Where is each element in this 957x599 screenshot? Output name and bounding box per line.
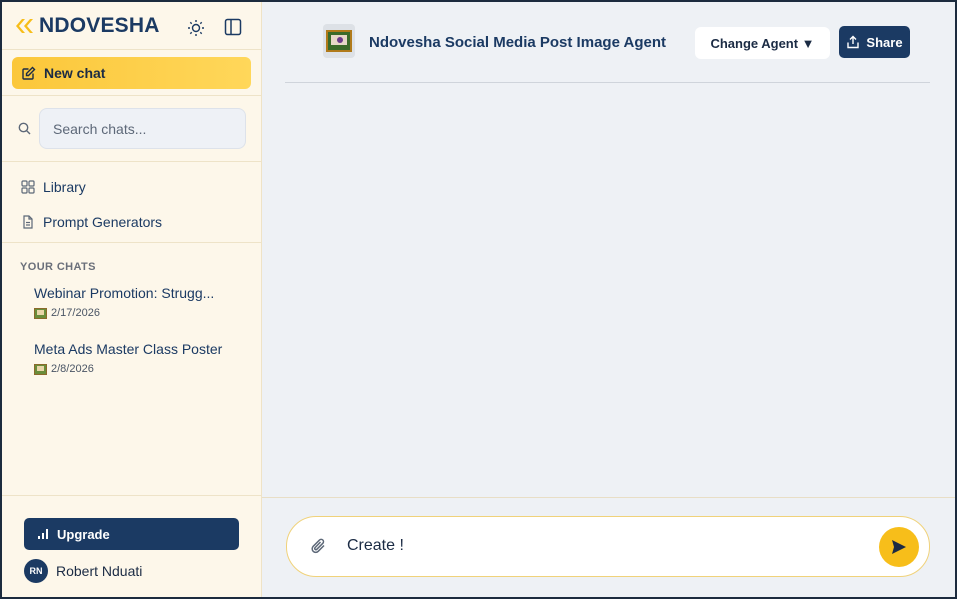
logo-icon — [16, 18, 33, 33]
composer-area: Create ! — [262, 497, 955, 597]
theme-toggle-button[interactable] — [186, 18, 206, 38]
brand-row: NDOVESHA — [2, 2, 261, 50]
brand-logo[interactable]: NDOVESHA — [14, 14, 160, 38]
chat-title: Meta Ads Master Class Poster — [34, 341, 223, 357]
chat-header: Ndovesha Social Media Post Image Agent C… — [285, 2, 930, 83]
sidebar-item-label: Library — [43, 178, 86, 195]
chat-date: 2/17/2026 — [51, 307, 100, 319]
sidebar: NDOVESHA New chat Search chats... Librar… — [2, 2, 262, 597]
grid-icon — [21, 179, 35, 194]
sidebar-panel-icon — [224, 18, 242, 36]
new-chat-label: New chat — [44, 65, 106, 81]
search-row — [2, 96, 261, 162]
sidebar-item-label: Prompt Generators — [43, 213, 163, 230]
document-icon — [23, 214, 33, 229]
chat-date: 2/8/2026 — [51, 363, 94, 375]
message-input[interactable]: Create ! — [347, 537, 404, 555]
new-chat-button[interactable]: New chat — [12, 57, 251, 89]
change-agent-button[interactable]: Change Agent ▼ — [695, 27, 830, 59]
send-button[interactable] — [879, 527, 919, 567]
chat-list-item[interactable]: Webinar Promotion: Strugg... 2/17/2026 — [2, 285, 261, 319]
image-thumbnail-icon — [34, 307, 47, 319]
upgrade-button[interactable]: Upgrade — [24, 518, 239, 550]
app-window: NDOVESHA New chat Search chats... Librar… — [2, 2, 955, 597]
sidebar-item-library[interactable]: Library — [2, 169, 261, 204]
user-profile[interactable]: RN Robert Nduati — [24, 559, 142, 583]
send-icon — [892, 540, 906, 554]
bar-chart-icon — [38, 529, 48, 539]
chat-list-item[interactable]: Meta Ads Master Class Poster 2/8/2026 — [2, 341, 261, 375]
chat-title: Webinar Promotion: Strugg... — [34, 285, 215, 301]
user-name: Robert Nduati — [56, 563, 143, 579]
chat-meta: 2/17/2026 — [34, 307, 261, 319]
toggle-sidebar-button[interactable] — [223, 17, 243, 37]
search-chats-input[interactable] — [39, 108, 246, 149]
agent-avatar — [323, 24, 355, 58]
brand-name: NDOVESHA — [39, 13, 160, 37]
main-panel: Ndovesha Social Media Post Image Agent C… — [262, 2, 955, 597]
your-chats-heading: YOUR CHATS — [20, 261, 96, 273]
share-button[interactable]: Share — [839, 26, 910, 58]
new-chat-wrap: New chat — [2, 50, 261, 96]
agent-image-icon — [326, 30, 352, 52]
search-icon — [18, 122, 31, 135]
sidebar-nav: Library Prompt Generators — [2, 162, 261, 243]
paperclip-icon — [311, 538, 325, 554]
share-icon — [847, 35, 860, 49]
chat-meta: 2/8/2026 — [34, 363, 261, 375]
sun-icon — [188, 20, 204, 36]
upgrade-label: Upgrade — [57, 526, 110, 542]
sidebar-item-prompt-generators[interactable]: Prompt Generators — [2, 204, 261, 239]
agent-title: Ndovesha Social Media Post Image Agent — [369, 34, 667, 51]
sidebar-footer: Upgrade RN Robert Nduati — [2, 495, 261, 597]
attach-button[interactable] — [309, 536, 329, 561]
image-thumbnail-icon — [34, 363, 47, 375]
message-composer[interactable]: Create ! — [286, 516, 930, 577]
share-label: Share — [866, 34, 903, 50]
edit-icon — [22, 66, 36, 80]
avatar: RN — [24, 559, 48, 583]
